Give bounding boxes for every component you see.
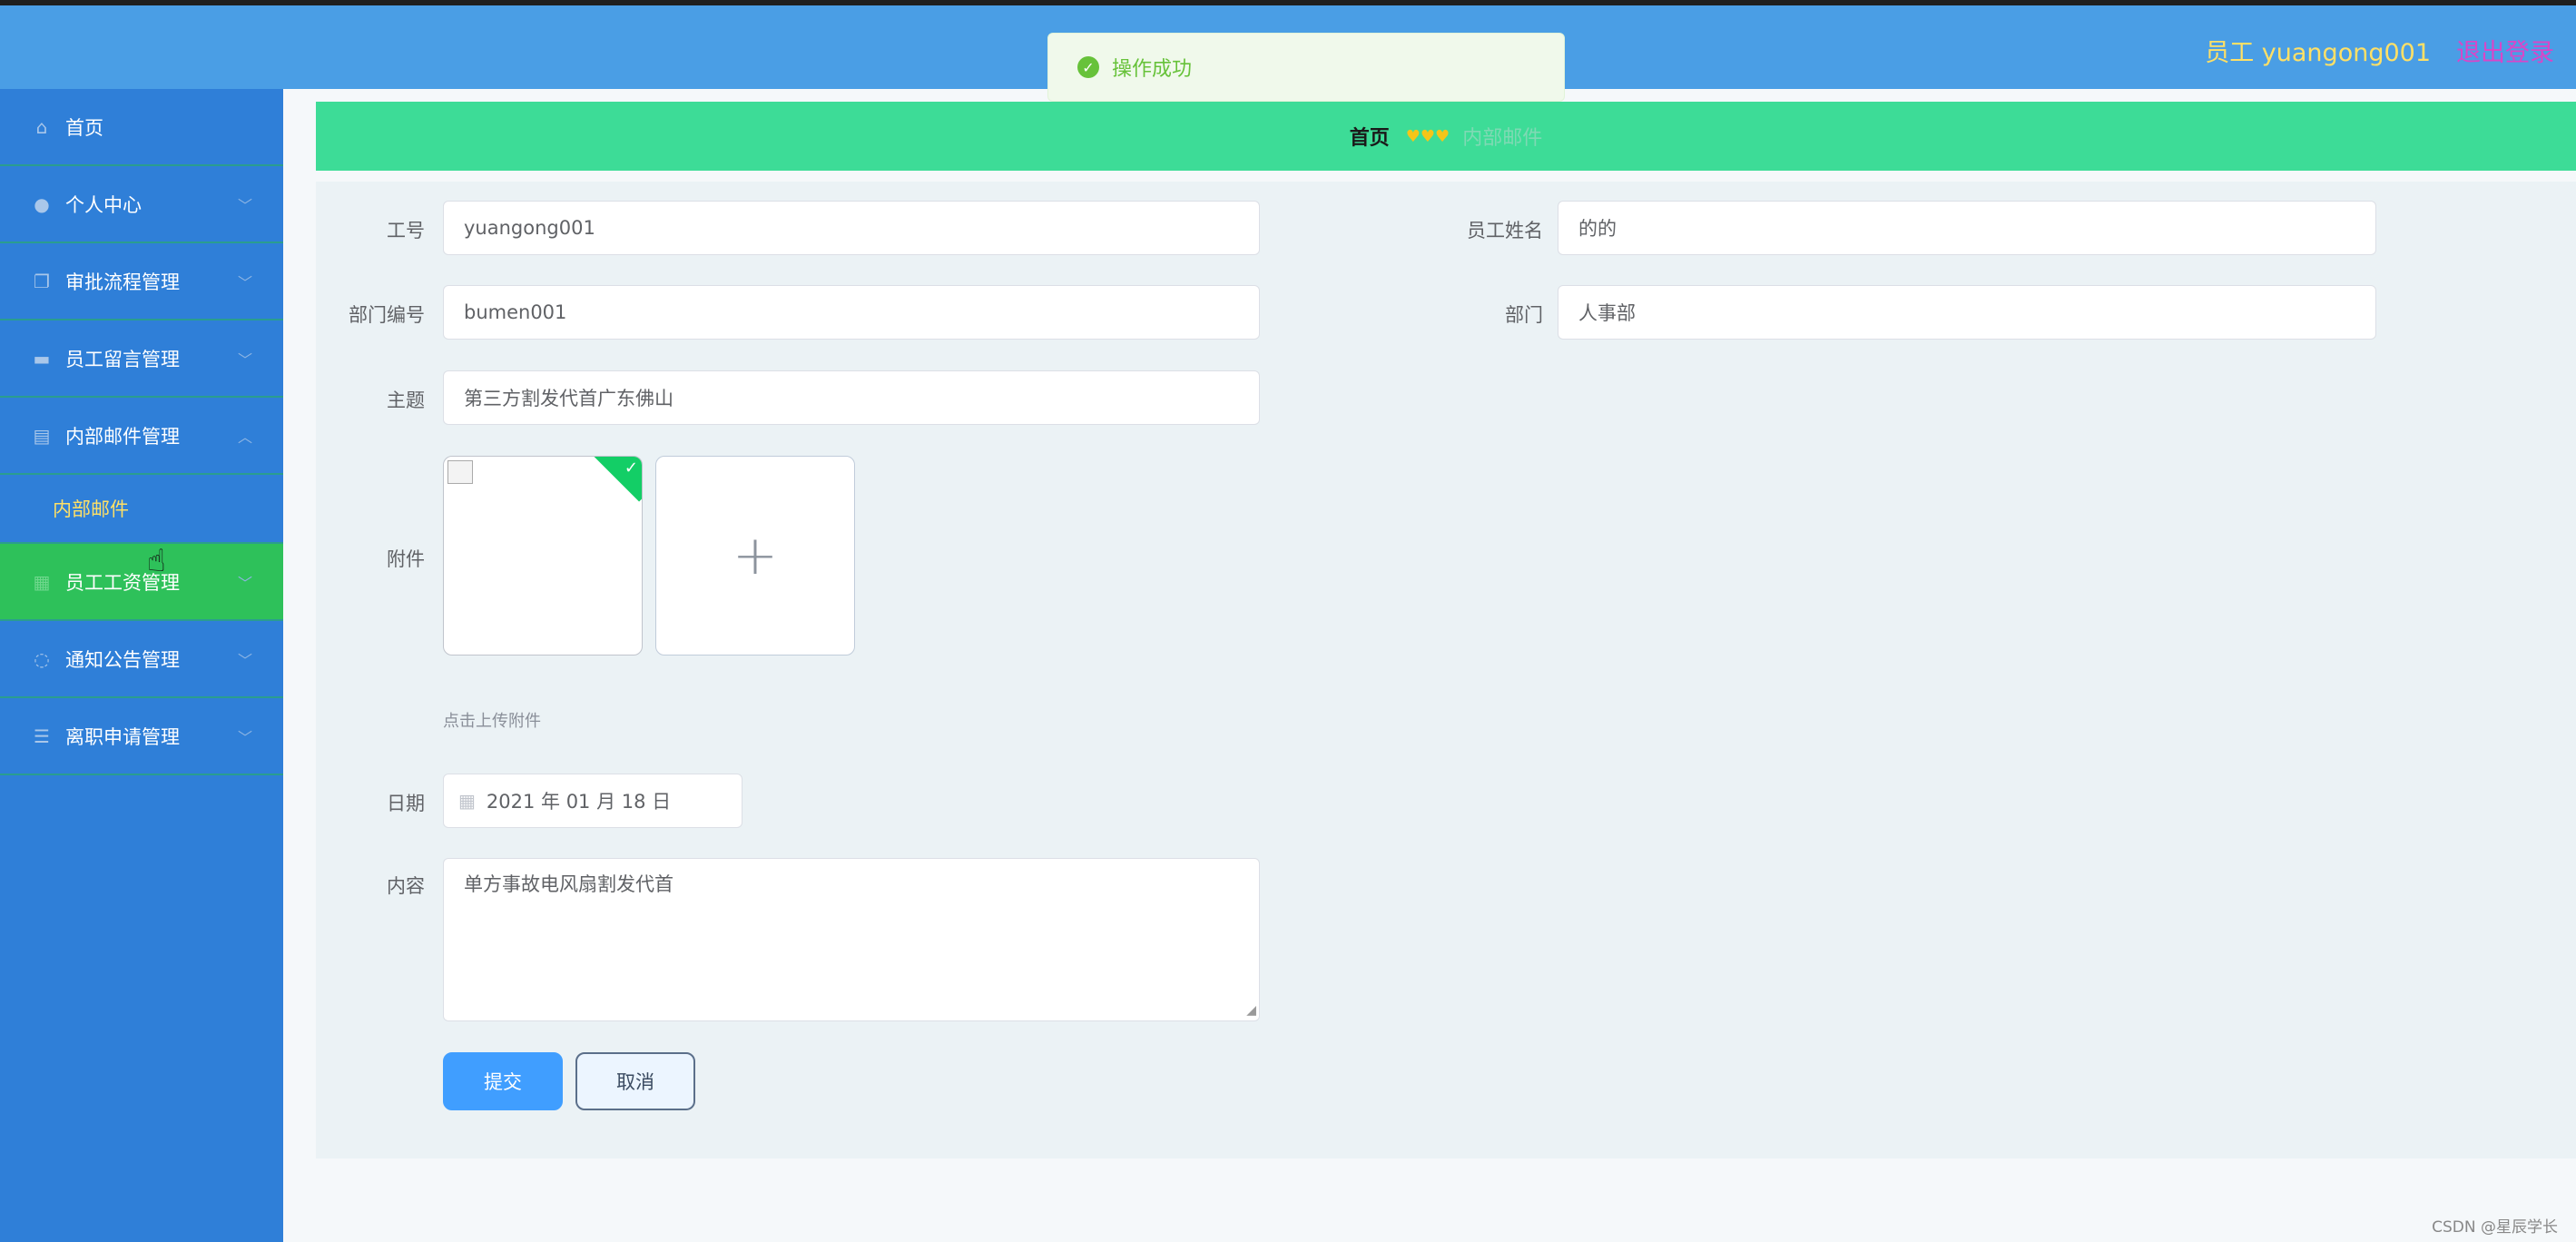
money-icon: ▦ (33, 570, 51, 593)
sidebar-item-label: 审批流程管理 (65, 271, 180, 293)
employee-name-label: 员工姓名 (1467, 220, 1543, 242)
breadcrumb: 首页 ♥♥♥ 内部邮件 (316, 102, 2576, 171)
date-label: 日期 (387, 793, 425, 814)
sidebar-item-label: 个人中心 (65, 193, 142, 216)
sidebar-item-resignation[interactable]: ☰ 离职申请管理 ﹀ (0, 698, 283, 775)
sidebar-item-approval-flow[interactable]: ❐ 审批流程管理 ﹀ (0, 243, 283, 320)
subject-field[interactable]: 第三方割发代首广东佛山 (443, 370, 1260, 425)
resize-handle-icon[interactable]: ◢ (1246, 1003, 1256, 1018)
breadcrumb-home[interactable]: 首页 (1350, 122, 1390, 151)
dept-label: 部门 (1505, 304, 1543, 326)
dept-code-field[interactable]: bumen001 (443, 285, 1260, 340)
broken-image-icon (447, 460, 473, 484)
current-user-label: 员工 yuangong001 (2205, 39, 2431, 67)
content-textarea[interactable]: 单方事故电风扇割发代首 ◢ (443, 858, 1260, 1021)
success-check-icon: ✓ (1077, 56, 1099, 78)
content-label: 内容 (387, 875, 425, 897)
chevron-up-icon: ︿ (237, 429, 252, 446)
copy-icon: ❐ (34, 270, 50, 292)
content-text: 单方事故电风扇割发代首 (464, 873, 673, 895)
date-picker[interactable]: ▦ 2021 年 01 月 18 日 (443, 774, 742, 828)
submit-button[interactable]: 提交 (443, 1052, 563, 1110)
dept-code-label: 部门编号 (349, 304, 425, 326)
chevron-down-icon: ﹀ (237, 351, 252, 369)
success-toast: ✓ 操作成功 (1047, 33, 1565, 102)
watermark: CSDN @星辰学长 (2432, 1218, 2558, 1237)
sidebar-item-label: 员工留言管理 (65, 348, 180, 370)
employee-name-field[interactable]: 的的 (1558, 201, 2376, 255)
check-icon: ✓ (624, 458, 638, 478)
cancel-button[interactable]: 取消 (575, 1052, 695, 1110)
uploaded-attachment-thumbnail[interactable]: ✓ (443, 456, 643, 656)
toast-message: 操作成功 (1112, 58, 1193, 81)
employee-id-label: 工号 (387, 220, 425, 242)
subject-label: 主题 (387, 389, 425, 411)
chevron-down-icon: ﹀ (237, 652, 252, 669)
sidebar-item-employee-messages[interactable]: ▬ 员工留言管理 ﹀ (0, 320, 283, 398)
sidebar-item-salary[interactable]: ▦ 员工工资管理 ﹀ (0, 544, 283, 621)
sidebar-subitem-internal-mail[interactable]: 内部邮件 (0, 475, 283, 544)
logout-link[interactable]: 退出登录 (2456, 33, 2554, 68)
chevron-down-icon: ﹀ (237, 197, 252, 214)
chevron-down-icon: ﹀ (237, 575, 252, 592)
sidebar-item-label: 通知公告管理 (65, 648, 180, 671)
ticket-icon: ▬ (33, 347, 51, 370)
breadcrumb-current: 内部邮件 (1462, 127, 1543, 150)
hand-cursor-icon: ☝ (147, 543, 166, 579)
bell-icon: ◌ (34, 647, 50, 670)
employee-id-field[interactable]: yuangong001 (443, 201, 1260, 255)
sidebar-item-internal-mail[interactable]: ▤ 内部邮件管理 ︿ (0, 398, 283, 475)
upload-add-button[interactable]: + (655, 456, 855, 656)
list-icon: ☰ (34, 724, 50, 747)
sidebar: ⌂ 首页 ● 个人中心 ﹀ ❐ 审批流程管理 ﹀ ▬ 员工留言管理 ﹀ ▤ 内部… (0, 89, 283, 1242)
calendar-icon: ▦ (458, 790, 476, 812)
attachment-label: 附件 (387, 548, 425, 570)
upload-tip: 点击上传附件 (443, 712, 541, 731)
sidebar-item-notices[interactable]: ◌ 通知公告管理 ﹀ (0, 621, 283, 698)
sidebar-item-label: 离职申请管理 (65, 725, 180, 748)
chevron-down-icon: ﹀ (237, 729, 252, 746)
sidebar-item-label: 内部邮件管理 (65, 425, 180, 448)
user-icon: ● (34, 192, 50, 215)
home-icon: ⌂ (35, 115, 48, 138)
clipboard-icon: ▤ (33, 424, 51, 447)
chevron-down-icon: ﹀ (237, 274, 252, 291)
date-value: 2021 年 01 月 18 日 (486, 791, 672, 813)
sidebar-item-personal-center[interactable]: ● 个人中心 ﹀ (0, 166, 283, 243)
plus-icon: + (732, 524, 779, 587)
sidebar-item-home[interactable]: ⌂ 首页 (0, 89, 283, 166)
sidebar-item-label: 首页 (65, 116, 103, 139)
dept-field[interactable]: 人事部 (1558, 285, 2376, 340)
heart-separator-icon: ♥♥♥ (1405, 126, 1450, 146)
